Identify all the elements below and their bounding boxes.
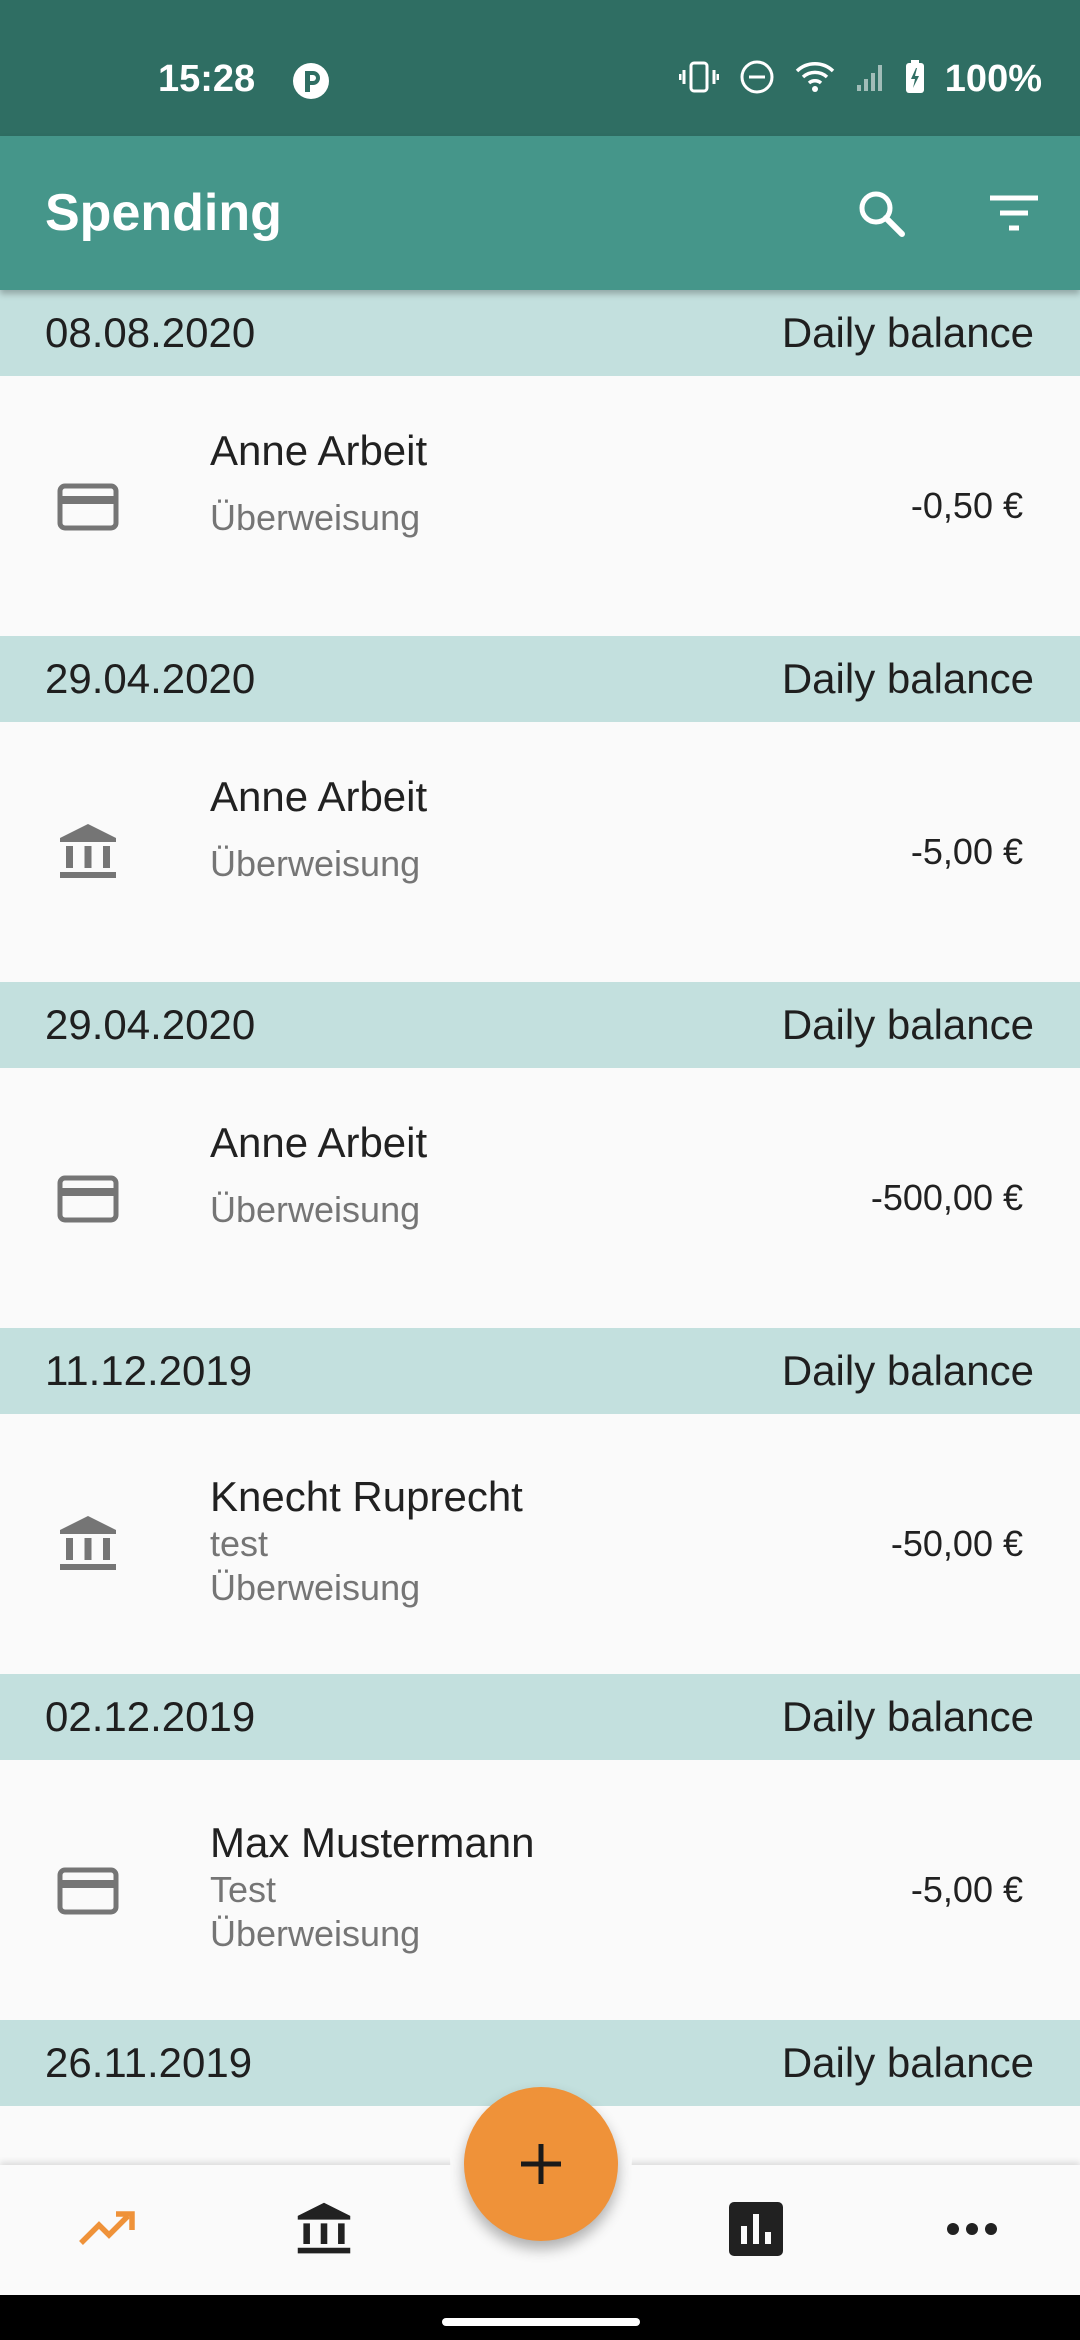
signal-icon <box>855 61 885 98</box>
add-transaction-button[interactable] <box>464 2087 618 2241</box>
transaction-type: Überweisung <box>210 1913 421 1954</box>
transaction-type: Überweisung <box>210 1567 421 1608</box>
payee-name: Anne Arbeit <box>210 773 428 820</box>
daily-balance-label: Daily balance <box>781 1347 1034 1394</box>
daily-balance-label: Daily balance <box>781 655 1034 702</box>
transaction-amount: -500,00 € <box>870 1177 1023 1218</box>
transaction-note: test <box>210 1523 269 1564</box>
transaction-amount: -0,50 € <box>910 485 1023 526</box>
date-label: 08.08.2020 <box>45 309 256 356</box>
do-not-disturb-icon <box>739 59 775 100</box>
payee-name: Anne Arbeit <box>210 427 428 474</box>
page-title: Spending <box>45 184 282 242</box>
date-header: 08.08.2020 Daily balance <box>0 290 1080 376</box>
nav-spending[interactable] <box>72 2193 144 2265</box>
date-label: 29.04.2020 <box>45 655 256 702</box>
date-label: 29.04.2020 <box>45 1001 256 1048</box>
date-label: 02.12.2019 <box>45 1693 256 1740</box>
bank-icon <box>297 2202 351 2254</box>
status-icons: 100% <box>678 56 1042 102</box>
date-header: 11.12.2019 Daily balance <box>0 1328 1080 1414</box>
wifi-icon <box>795 61 835 98</box>
filter-icon <box>990 195 1038 231</box>
date-header: 29.04.2020 Daily balance <box>0 636 1080 722</box>
trending-up-icon <box>79 2211 135 2245</box>
nav-accounts[interactable] <box>288 2193 360 2265</box>
battery-charging-icon <box>905 59 925 99</box>
daily-balance-label: Daily balance <box>781 309 1034 356</box>
daily-balance-label: Daily balance <box>781 1693 1034 1740</box>
nav-more[interactable] <box>936 2193 1008 2265</box>
credit-card-icon <box>56 1858 120 1922</box>
status-bar: 15:28 100% <box>0 0 1080 136</box>
search-icon <box>859 191 905 237</box>
transaction-type: Überweisung <box>210 1189 421 1230</box>
transaction-note: Test <box>210 1869 277 1910</box>
plus-icon <box>521 2144 561 2184</box>
transaction-row[interactable]: Anne Arbeit Überweisung -0,50 € <box>0 376 1080 636</box>
transaction-row[interactable]: Anne Arbeit Überweisung -500,00 € <box>0 1068 1080 1328</box>
battery-percent: 100% <box>944 57 1042 100</box>
bank-icon <box>56 820 120 884</box>
payee-name: Anne Arbeit <box>210 1119 428 1166</box>
payee-name: Knecht Ruprecht <box>210 1473 523 1520</box>
credit-card-icon <box>56 474 120 538</box>
app-bar: Spending <box>0 136 1080 290</box>
date-header: 02.12.2019 Daily balance <box>0 1674 1080 1760</box>
search-button[interactable] <box>845 177 917 249</box>
credit-card-icon <box>56 1166 120 1230</box>
app-notification-icon <box>292 62 330 100</box>
transaction-row[interactable]: Max Mustermann Test Überweisung -5,00 € <box>0 1760 1080 2020</box>
daily-balance-label: Daily balance <box>781 1001 1034 1048</box>
date-label: 26.11.2019 <box>45 2039 253 2086</box>
bar-chart-icon <box>729 2202 783 2256</box>
status-time: 15:28 <box>158 58 256 100</box>
transaction-row[interactable]: Anne Arbeit Überweisung -5,00 € <box>0 722 1080 982</box>
transaction-amount: -50,00 € <box>890 1523 1023 1564</box>
payee-name: Max Mustermann <box>210 1819 535 1866</box>
filter-button[interactable] <box>978 177 1050 249</box>
vibrate-icon <box>678 60 720 99</box>
bank-icon <box>56 1512 120 1576</box>
date-header: 29.04.2020 Daily balance <box>0 982 1080 1068</box>
date-label: 11.12.2019 <box>45 1347 253 1394</box>
home-gesture-handle[interactable] <box>442 2318 640 2326</box>
transaction-amount: -5,00 € <box>910 1869 1023 1910</box>
more-horiz-icon <box>947 2223 997 2235</box>
transaction-row[interactable]: Knecht Ruprecht test Überweisung -50,00 … <box>0 1414 1080 1674</box>
transaction-amount: -5,00 € <box>910 831 1023 872</box>
daily-balance-label: Daily balance <box>781 2039 1034 2086</box>
transaction-list[interactable]: 08.08.2020 Daily balance Anne Arbeit Übe… <box>0 290 1080 2165</box>
nav-statistics[interactable] <box>720 2193 792 2265</box>
transaction-type: Überweisung <box>210 497 421 538</box>
transaction-type: Überweisung <box>210 843 421 884</box>
